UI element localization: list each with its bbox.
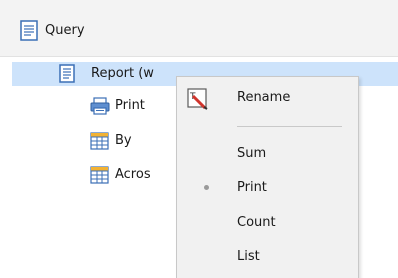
document-icon <box>59 64 75 92</box>
rename-icon: T <box>187 88 209 122</box>
menu-item-sum[interactable]: Sum <box>177 139 358 169</box>
menu-item-label: Sum <box>237 146 267 161</box>
context-menu: T Rename Sum Print Count List <box>176 76 359 278</box>
menu-item-list[interactable]: List <box>177 242 358 272</box>
tree-item-label: Print <box>115 98 145 113</box>
query-header: Query <box>0 0 398 57</box>
menu-item-label: List <box>237 249 260 264</box>
tree-item-label: Acros <box>115 167 151 182</box>
menu-item-label: Count <box>237 215 276 230</box>
grid-icon <box>90 166 109 193</box>
query-designer-panel: Query Report (w Print By Acros Rename Su… <box>0 0 398 278</box>
selected-dot-icon <box>204 185 209 190</box>
menu-separator <box>237 126 342 127</box>
menu-item-label: Print <box>237 180 267 195</box>
tree-item-label: By <box>115 133 132 148</box>
tree-item-label: Report (w <box>91 66 154 81</box>
print-icon <box>90 97 110 124</box>
menu-item-print[interactable]: Print <box>177 173 358 203</box>
query-label[interactable]: Query <box>45 21 85 41</box>
menu-item-count[interactable]: Count <box>177 208 358 238</box>
document-icon <box>20 20 38 45</box>
grid-icon <box>90 132 109 159</box>
menu-item-label: Rename <box>237 90 291 105</box>
menu-item-rename[interactable]: T Rename <box>177 83 358 113</box>
